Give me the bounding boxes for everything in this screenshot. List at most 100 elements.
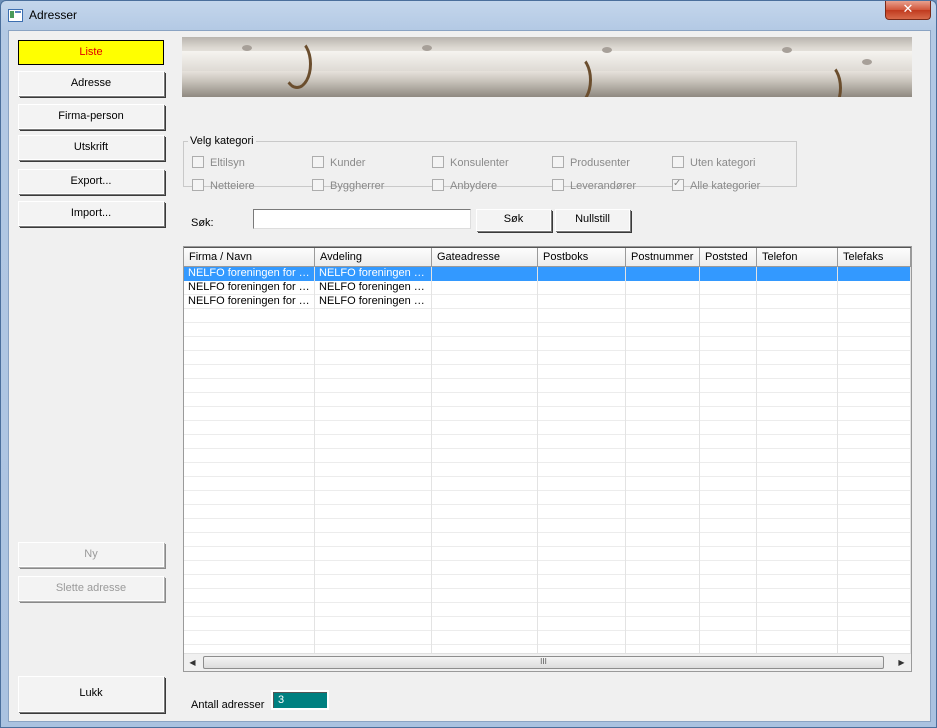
address-table: Firma / Navn Avdeling Gateadresse Postboks P… [183, 246, 912, 672]
category-checkbox[interactable]: Byggherrer [312, 179, 384, 193]
scroll-grip-icon: III [540, 657, 547, 666]
banner-hole [782, 47, 792, 53]
checkbox-icon[interactable] [312, 156, 324, 168]
table-cell [757, 295, 838, 309]
checkbox-icon[interactable] [552, 179, 564, 191]
category-checkbox-label: Konsulenter [450, 157, 509, 169]
utskrift-button[interactable]: Utskrift [18, 135, 164, 160]
category-checkbox[interactable]: Produsenter [552, 156, 630, 170]
checkbox-icon[interactable] [192, 179, 204, 191]
liste-button[interactable]: Liste [18, 40, 164, 65]
banner-ring [562, 55, 592, 97]
column-gridlines [184, 267, 911, 653]
category-checkbox-label: Anbydere [450, 180, 498, 192]
firma-person-button[interactable]: Firma-person [18, 104, 164, 129]
column-header[interactable]: Gateadresse [432, 248, 538, 266]
table-cell [700, 267, 757, 281]
table-cell: NELFO foreningen … [315, 295, 432, 309]
table-cell [432, 267, 538, 281]
category-checkbox-label: Leverandører [570, 180, 637, 192]
adresser-window: Adresser ✕ Liste Adresse Firma-person Ut… [0, 0, 937, 728]
checkbox-checked-icon[interactable] [672, 177, 684, 191]
banner-image [182, 37, 912, 97]
search-label: Søk: [191, 217, 214, 229]
count-value: 3 [271, 690, 329, 710]
horizontal-scrollbar[interactable]: ◀ III ▶ [184, 653, 911, 671]
adresse-button[interactable]: Adresse [18, 71, 164, 96]
lukk-button[interactable]: Lukk [18, 676, 164, 712]
category-checkbox[interactable]: Uten kategori [672, 156, 755, 170]
category-checkbox-label: Byggherrer [330, 180, 385, 192]
category-checkbox-label: Uten kategori [690, 157, 756, 169]
column-header[interactable]: Telefaks [838, 248, 911, 266]
table-cell [757, 267, 838, 281]
category-checkbox[interactable]: Eltilsyn [192, 156, 245, 170]
search-input[interactable] [253, 209, 471, 229]
table-cell [432, 295, 538, 309]
checkbox-icon[interactable] [312, 179, 324, 191]
column-header[interactable]: Firma / Navn [184, 248, 315, 266]
checkbox-icon[interactable] [432, 179, 444, 191]
scroll-left-icon[interactable]: ◀ [184, 654, 201, 671]
checkbox-icon[interactable] [432, 156, 444, 168]
slette-adresse-button[interactable]: Slette adresse [18, 576, 164, 601]
import-button[interactable]: Import... [18, 201, 164, 226]
count-label: Antall adresser [191, 699, 265, 711]
table-header: Firma / Navn Avdeling Gateadresse Postboks P… [184, 247, 911, 267]
column-header[interactable]: Poststed [700, 248, 757, 266]
table-cell [757, 281, 838, 295]
category-checkbox-label: Produsenter [570, 157, 630, 169]
column-header[interactable]: Postboks [538, 248, 626, 266]
category-checkbox-label: Eltilsyn [210, 157, 245, 169]
table-cell [538, 295, 626, 309]
table-row[interactable]: NELFO foreningen for … NELFO foreningen … [184, 267, 911, 281]
scroll-right-icon[interactable]: ▶ [893, 654, 910, 671]
banner-ring [282, 39, 312, 89]
banner-hole [602, 47, 612, 53]
category-checkbox[interactable]: Netteiere [192, 179, 255, 193]
category-checkbox[interactable]: Konsulenter [432, 156, 509, 170]
table-body: NELFO foreningen for … NELFO foreningen …… [184, 267, 911, 653]
banner-hole [422, 45, 432, 51]
window-title: Adresser [29, 8, 78, 22]
column-header[interactable]: Postnummer [626, 248, 700, 266]
checkbox-icon[interactable] [552, 156, 564, 168]
category-checkbox[interactable]: Leverandører [552, 179, 636, 193]
export-button[interactable]: Export... [18, 169, 164, 194]
table-cell [838, 267, 911, 281]
category-checkbox[interactable]: Alle kategorier [672, 177, 761, 193]
ny-button[interactable]: Ny [18, 542, 164, 567]
table-cell: NELFO foreningen … [315, 281, 432, 295]
table-row[interactable]: NELFO foreningen for … NELFO foreningen … [184, 295, 911, 309]
table-cell [626, 267, 700, 281]
checkbox-icon[interactable] [672, 156, 684, 168]
column-header[interactable]: Avdeling [315, 248, 432, 266]
table-cell [838, 281, 911, 295]
category-checkbox[interactable]: Anbydere [432, 179, 497, 193]
search-button[interactable]: Søk [476, 209, 551, 231]
category-checkbox-label: Alle kategorier [690, 180, 761, 192]
reset-button[interactable]: Nullstill [555, 209, 630, 231]
close-button[interactable]: ✕ [885, 1, 931, 20]
table-cell [432, 281, 538, 295]
scroll-thumb[interactable]: III [203, 656, 884, 669]
title-bar[interactable]: Adresser ✕ [1, 1, 936, 29]
app-window-icon [8, 9, 23, 22]
table-cell [538, 267, 626, 281]
table-cell: NELFO foreningen … [315, 267, 432, 281]
banner-hole [242, 45, 252, 51]
table-cell [538, 281, 626, 295]
column-header[interactable]: Telefon [757, 248, 838, 266]
banner-hole [862, 59, 872, 65]
checkbox-icon[interactable] [192, 156, 204, 168]
table-row[interactable]: NELFO foreningen for … NELFO foreningen … [184, 281, 911, 295]
table-cell: NELFO foreningen for … [184, 295, 315, 309]
client-area: Liste Adresse Firma-person Utskrift Expo… [8, 30, 931, 722]
table-cell [838, 295, 911, 309]
table-cell [700, 281, 757, 295]
table-cell [626, 295, 700, 309]
table-cell: NELFO foreningen for … [184, 267, 315, 281]
category-legend: Velg kategori [190, 135, 254, 147]
category-checkbox[interactable]: Kunder [312, 156, 365, 170]
table-cell [626, 281, 700, 295]
